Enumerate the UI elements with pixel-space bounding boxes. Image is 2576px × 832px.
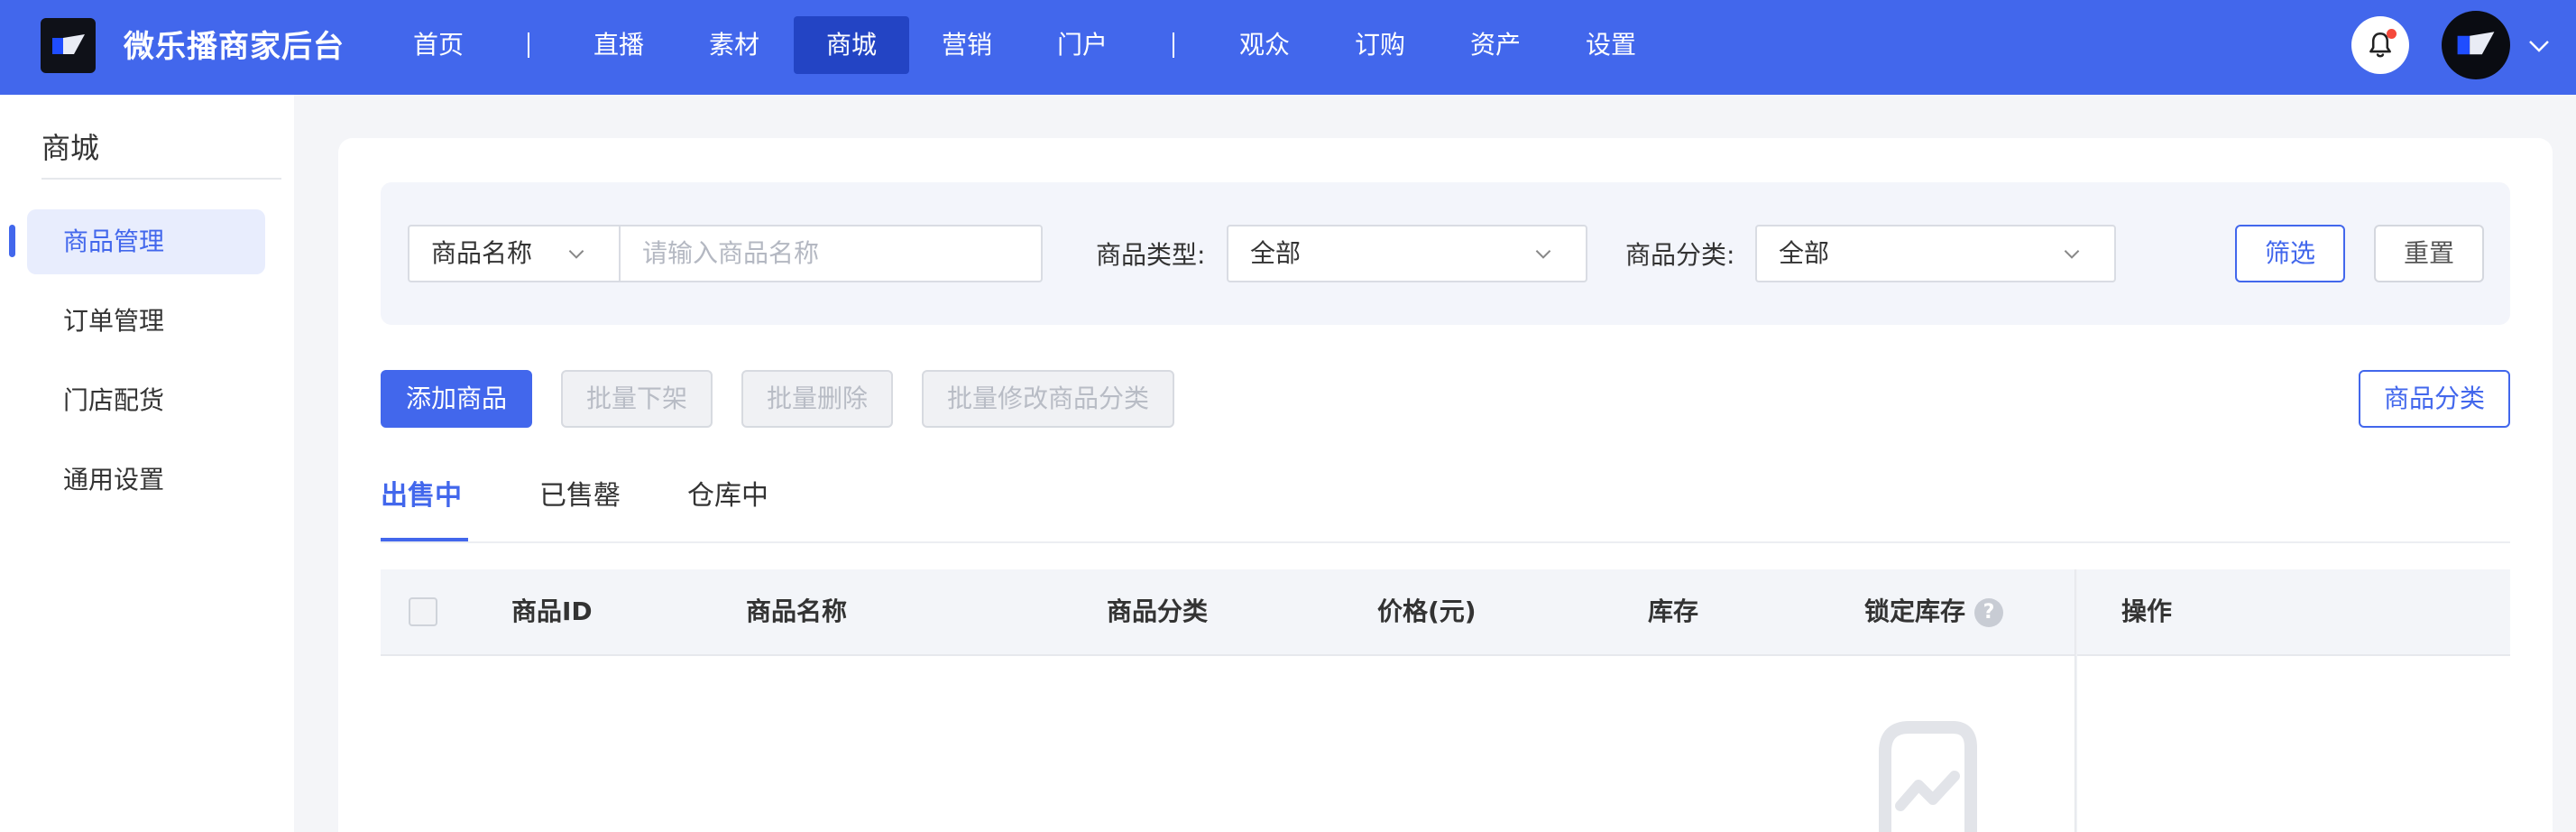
tab-on-sale[interactable]: 出售中 xyxy=(381,473,462,513)
avatar-logo-icon xyxy=(2457,32,2495,55)
sidebar-active-indicator xyxy=(9,225,15,257)
nav-separator xyxy=(1173,32,1174,58)
column-locked-stock[interactable]: 锁定库存? xyxy=(1864,569,2004,654)
batch-delete-button[interactable]: 批量删除 xyxy=(741,370,893,428)
question-icon[interactable]: ? xyxy=(1974,598,2004,627)
tab-divider xyxy=(381,541,2510,543)
sidebar: 商城 商品管理 订单管理 门店配货 通用设置 xyxy=(0,95,294,832)
nav-item-audience[interactable]: 观众 xyxy=(1223,16,1306,74)
chevron-down-icon xyxy=(1535,250,1551,259)
column-product-id[interactable]: 商品ID xyxy=(511,569,593,654)
notification-dot xyxy=(2387,29,2397,39)
batch-edit-category-button[interactable]: 批量修改商品分类 xyxy=(922,370,1174,428)
notification-button[interactable] xyxy=(2351,16,2409,74)
column-product-name[interactable]: 商品名称 xyxy=(746,569,847,654)
nav-item-assets[interactable]: 资产 xyxy=(1454,16,1537,74)
sidebar-item-store-distribution[interactable]: 门店配货 xyxy=(27,368,265,433)
chevron-down-icon xyxy=(2064,250,2080,259)
nav-item-materials[interactable]: 素材 xyxy=(693,16,776,74)
product-category-value: 全部 xyxy=(1779,238,1830,268)
product-category-label: 商品分类: xyxy=(1625,240,1735,270)
top-navigation-bar: 微乐播商家后台 首页 直播 素材 商城 营销 门户 观众 订购 资产 设置 xyxy=(0,0,2576,95)
nav-item-orders[interactable]: 订购 xyxy=(1339,16,1421,74)
product-name-search-input[interactable]: 请输入商品名称 xyxy=(619,225,1043,282)
batch-off-shelf-button[interactable]: 批量下架 xyxy=(561,370,713,428)
product-category-button[interactable]: 商品分类 xyxy=(2359,370,2510,428)
column-locked-stock-label: 锁定库存 xyxy=(1864,596,1966,626)
select-all-checkbox[interactable] xyxy=(409,597,437,626)
sidebar-item-general-settings[interactable]: 通用设置 xyxy=(27,448,265,513)
tab-in-warehouse[interactable]: 仓库中 xyxy=(687,473,768,513)
nav-item-home[interactable]: 首页 xyxy=(397,16,480,74)
app-title: 微乐播商家后台 xyxy=(124,29,345,65)
empty-state-icon xyxy=(1879,721,1977,832)
filter-panel: 商品名称 请输入商品名称 商品类型: 全部 商品分类: 全部 筛选 重置 xyxy=(381,182,2510,325)
nav-item-marketing[interactable]: 营销 xyxy=(925,16,1008,74)
active-tab-underline xyxy=(381,538,468,541)
search-placeholder: 请输入商品名称 xyxy=(642,238,820,268)
nav-item-mall[interactable]: 商城 xyxy=(794,16,909,74)
tab-sold-out[interactable]: 已售罄 xyxy=(539,473,621,513)
product-type-value: 全部 xyxy=(1250,238,1302,268)
product-category-select[interactable]: 全部 xyxy=(1755,225,2116,282)
column-price[interactable]: 价格(元) xyxy=(1377,569,1477,654)
chevron-down-icon xyxy=(568,250,584,259)
chevron-down-icon[interactable] xyxy=(2525,32,2553,60)
add-product-button[interactable]: 添加商品 xyxy=(381,370,532,428)
search-field-select[interactable]: 商品名称 xyxy=(408,225,622,282)
sidebar-divider xyxy=(41,178,281,180)
nav-separator xyxy=(528,32,529,58)
product-type-select[interactable]: 全部 xyxy=(1227,225,1587,282)
sidebar-item-product-management[interactable]: 商品管理 xyxy=(27,209,265,274)
nav-item-portal[interactable]: 门户 xyxy=(1041,16,1124,74)
column-actions: 操作 xyxy=(2121,596,2173,626)
search-field-select-value: 商品名称 xyxy=(431,238,533,268)
table-header: 商品ID 商品名称 商品分类 价格(元) 库存 锁定库存? 操作 xyxy=(381,569,2510,656)
user-avatar[interactable] xyxy=(2442,11,2510,79)
sidebar-item-order-management[interactable]: 订单管理 xyxy=(27,289,265,354)
nav-item-live[interactable]: 直播 xyxy=(577,16,660,74)
nav-item-settings[interactable]: 设置 xyxy=(1569,16,1652,74)
column-product-category[interactable]: 商品分类 xyxy=(1107,569,1208,654)
sidebar-title: 商城 xyxy=(41,131,100,165)
brand-logo-icon xyxy=(51,33,85,54)
fixed-column-shadow xyxy=(2075,569,2077,832)
brand-logo[interactable] xyxy=(41,18,96,73)
reset-button[interactable]: 重置 xyxy=(2374,225,2484,282)
filter-button[interactable]: 筛选 xyxy=(2235,225,2345,282)
main-content-card: 商品名称 请输入商品名称 商品类型: 全部 商品分类: 全部 筛选 重置 添加商… xyxy=(338,138,2553,832)
product-type-label: 商品类型: xyxy=(1096,240,1206,270)
column-stock[interactable]: 库存 xyxy=(1648,569,1698,654)
